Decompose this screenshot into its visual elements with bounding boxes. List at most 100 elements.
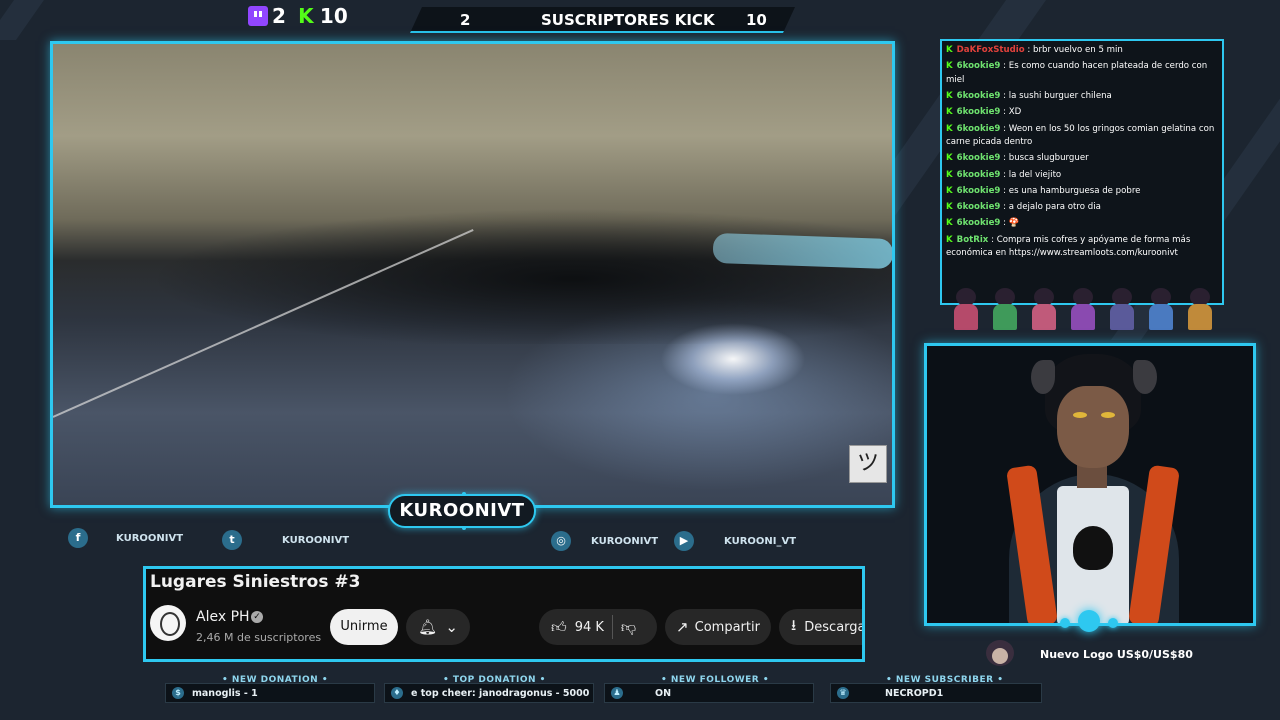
donation-icon: $ (172, 687, 184, 699)
twitch-icon (248, 6, 268, 26)
chat-text: la del viejito (1008, 169, 1062, 180)
kick-icon: K (946, 90, 953, 101)
download-icon: ⭳ (791, 615, 797, 634)
avatar-horn-right (1133, 360, 1157, 394)
video-light-beam (712, 232, 892, 270)
kick-count: 10 (319, 4, 348, 28)
social-label: KUROONIVT (282, 534, 350, 546)
video-title: Lugares Siniestros #3 (150, 572, 361, 592)
youtube-icon: ▶ (674, 531, 694, 551)
divider (611, 615, 613, 639)
social-facebook: f KUROONIVT (68, 528, 183, 548)
video-frame[interactable]: ツ (50, 41, 895, 508)
social-youtube: ▶ KUROONI_VT (674, 531, 796, 551)
chat-message: K 6kookie9 : 🍄 (946, 218, 1020, 229)
chat-username: DaKFoxStudio (956, 45, 1025, 55)
alert-new-donation: $ manoglis - 1 (165, 683, 375, 703)
background-stripe (0, 0, 45, 40)
channel-avatar[interactable] (150, 605, 186, 641)
share-icon: ↗ (676, 618, 689, 636)
chat-text: XD (1008, 107, 1022, 118)
like-dislike-group: 👍︎ 94 K 👎︎ (539, 609, 657, 645)
share-label: Compartir (694, 619, 760, 635)
chat-panel[interactable]: K DaKFoxStudio : brbr vuelvo en 5 min K 6k… (940, 39, 1224, 305)
chat-message: K 6kookie9 : Es como cuando hacen platead… (946, 61, 1208, 85)
sprite (1182, 280, 1217, 332)
avatar-face (1057, 386, 1129, 468)
chat-message: K 6kookie9 : a dejalo para otro dia (946, 202, 1101, 213)
download-label: Descarga (804, 619, 865, 635)
kick-icon: K (946, 218, 953, 229)
like-icon[interactable]: 👍︎ (551, 618, 567, 637)
camera-decoration (1040, 610, 1140, 632)
avatar-horn-left (1031, 360, 1055, 394)
kick-icon: K (298, 4, 314, 28)
chat-message: K 6kookie9 : Weon en los 50 los gringos c… (946, 123, 1215, 147)
chat-username: BotRix (956, 234, 989, 245)
twitter-icon: t (222, 530, 242, 550)
social-twitter: t KUROONIVT (222, 530, 349, 550)
kick-icon: K (946, 169, 953, 180)
alert-new-follower: ♟ ON (604, 683, 814, 703)
notification-bell-button[interactable]: 🔔︎ ⌄ (406, 609, 470, 645)
verified-icon: ✓ (251, 611, 263, 623)
bell-icon: 🔔︎ (418, 618, 438, 636)
like-count[interactable]: 94 K (575, 620, 604, 635)
chat-sprites-row (948, 280, 1226, 332)
top-donation-icon: ♦ (391, 687, 403, 699)
avatar-eye (1073, 412, 1087, 418)
goal-avatar (978, 636, 1022, 672)
chat-text: es una hamburguesa de pobre (1008, 185, 1141, 196)
alert-new-subscriber: ♛ NECROPD1 (830, 683, 1042, 703)
instagram-icon: ◎ (551, 531, 571, 551)
chat-message: K 6kookie9 : busca slugburguer (946, 153, 1089, 164)
chat-text: 🍄 (1008, 218, 1020, 229)
alert-value: NECROPD1 (885, 687, 944, 699)
chat-username: 6kookie9 (956, 123, 1001, 134)
twitch-count: 2 (272, 4, 286, 28)
kick-icon: K (946, 123, 953, 134)
kick-icon: K (946, 61, 953, 72)
chat-username: 6kookie9 (956, 169, 1001, 180)
video-watermark-icon: ツ (849, 445, 887, 483)
vtuber-camera (924, 343, 1256, 626)
kick-icon: K (946, 202, 953, 213)
kick-icon: K (946, 185, 953, 196)
dislike-icon[interactable]: 👎︎ (621, 618, 636, 637)
chat-username: 6kookie9 (956, 153, 1001, 164)
join-button[interactable]: Unirme (330, 609, 398, 645)
chat-message: K 6kookie9 : es una hamburguesa de pobre (946, 185, 1141, 196)
social-label: KUROONIVT (591, 535, 659, 547)
avatar-skull-print (1073, 526, 1113, 570)
sprite (1104, 280, 1139, 332)
video-shadow (53, 204, 892, 344)
youtube-info-panel: Lugares Siniestros #3 Alex PH ✓ 2,46 M d… (143, 566, 865, 662)
kick-icon: K (946, 153, 953, 164)
chat-text: busca slugburguer (1008, 153, 1089, 164)
download-button[interactable]: ⭳ Descarga (779, 609, 865, 645)
alert-value: manoglis - 1 (192, 687, 258, 699)
avatar-eye (1101, 412, 1115, 418)
social-label: KUROONI_VT (724, 535, 797, 547)
alert-value: ON (655, 687, 672, 699)
chat-message: K BotRix : Compra mis cofres y apóyame de… (946, 234, 1191, 259)
chat-text: la sushi burguer chilena (1008, 90, 1112, 101)
chat-message: K 6kookie9 : la sushi burguer chilena (946, 90, 1112, 101)
sprite (987, 280, 1022, 332)
chat-username: 6kookie9 (956, 107, 1001, 118)
channel-name[interactable]: Alex PH (196, 609, 250, 625)
platform-counts: 2 K 10 (248, 3, 354, 29)
subscriber-icon: ♛ (837, 687, 849, 699)
chat-message: K 6kookie9 : XD (946, 107, 1022, 118)
kick-icon: K (946, 107, 953, 118)
social-label: KUROONIVT (116, 532, 184, 544)
share-button[interactable]: ↗ Compartir (665, 609, 771, 645)
subscriber-count: 2,46 M de suscriptores (196, 631, 322, 644)
chat-username: 6kookie9 (956, 90, 1001, 101)
alert-value: e top cheer: janodragonus - 5000 (411, 687, 590, 699)
kick-icon: K (946, 234, 953, 245)
follower-icon: ♟ (611, 687, 623, 699)
facebook-icon: f (68, 528, 88, 548)
chat-text: a dejalo para otro dia (1008, 202, 1101, 213)
subscriber-goal-bar: 2 SUSCRIPTORES KICK 10 (410, 7, 795, 33)
